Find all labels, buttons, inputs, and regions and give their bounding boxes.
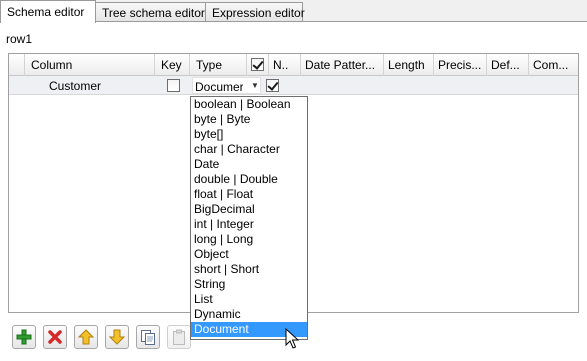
header-comment[interactable]: Com... [529, 54, 578, 76]
tab-expression-editor[interactable]: Expression editor [205, 2, 305, 22]
chevron-down-icon[interactable]: ▼ [251, 81, 259, 90]
type-option-double[interactable]: double | Double [191, 172, 307, 187]
type-option-object[interactable]: Object [191, 247, 307, 262]
key-checkbox[interactable] [167, 79, 180, 92]
header-column[interactable]: Column [25, 54, 155, 76]
paste-icon [173, 329, 185, 345]
header-nullable[interactable]: N.. [269, 54, 301, 76]
header-length[interactable]: Length [384, 54, 434, 76]
type-dropdown-list[interactable]: boolean | Boolean byte | Byte byte[] cha… [190, 96, 308, 340]
header-nullable-toggle[interactable] [247, 54, 269, 76]
header-row-handle [9, 54, 25, 76]
paste-button[interactable] [167, 325, 191, 349]
tab-tree-schema-editor[interactable]: Tree schema editor [95, 2, 206, 22]
type-option-list[interactable]: List [191, 292, 307, 307]
remove-icon [48, 330, 62, 344]
add-icon [16, 329, 32, 345]
remove-button[interactable] [43, 325, 67, 349]
type-option-boolean[interactable]: boolean | Boolean [191, 97, 307, 112]
nullable-checkbox[interactable] [266, 79, 279, 92]
move-up-icon [78, 329, 94, 345]
type-option-long[interactable]: long | Long [191, 232, 307, 247]
type-option-byte-array[interactable]: byte[] [191, 127, 307, 142]
tab-bar: Schema editor Tree schema editor Express… [0, 0, 587, 23]
header-precision[interactable]: Precis... [434, 54, 487, 76]
copy-icon [141, 330, 155, 345]
copy-button[interactable] [136, 325, 160, 349]
add-button[interactable] [12, 325, 36, 349]
type-option-dynamic[interactable]: Dynamic [191, 307, 307, 322]
tab-schema-editor[interactable]: Schema editor [0, 0, 96, 23]
type-option-bigdecimal[interactable]: BigDecimal [191, 202, 307, 217]
type-option-int[interactable]: int | Integer [191, 217, 307, 232]
header-key[interactable]: Key [155, 54, 190, 76]
type-option-char[interactable]: char | Character [191, 142, 307, 157]
header-default[interactable]: Def... [487, 54, 529, 76]
type-option-date[interactable]: Date [191, 157, 307, 172]
type-option-byte[interactable]: byte | Byte [191, 112, 307, 127]
table-header: Column Key Type N.. Date Patter... Lengt… [9, 54, 578, 76]
type-combo[interactable]: Documer ▼ [192, 77, 261, 94]
type-option-short[interactable]: short | Short [191, 262, 307, 277]
header-date-pattern[interactable]: Date Patter... [301, 54, 384, 76]
header-checkbox[interactable] [251, 58, 264, 71]
move-down-icon [109, 329, 125, 345]
type-combo-value: Documer [195, 80, 243, 94]
cell-column-name[interactable]: Customer [45, 76, 155, 95]
move-down-button[interactable] [105, 325, 129, 349]
mouse-pointer-icon [285, 328, 300, 349]
move-up-button[interactable] [74, 325, 98, 349]
type-option-string[interactable]: String [191, 277, 307, 292]
type-option-float[interactable]: float | Float [191, 187, 307, 202]
header-type[interactable]: Type [190, 54, 247, 76]
table-row[interactable]: Customer Documer ▼ [9, 76, 578, 95]
schema-name: row1 [6, 32, 33, 46]
